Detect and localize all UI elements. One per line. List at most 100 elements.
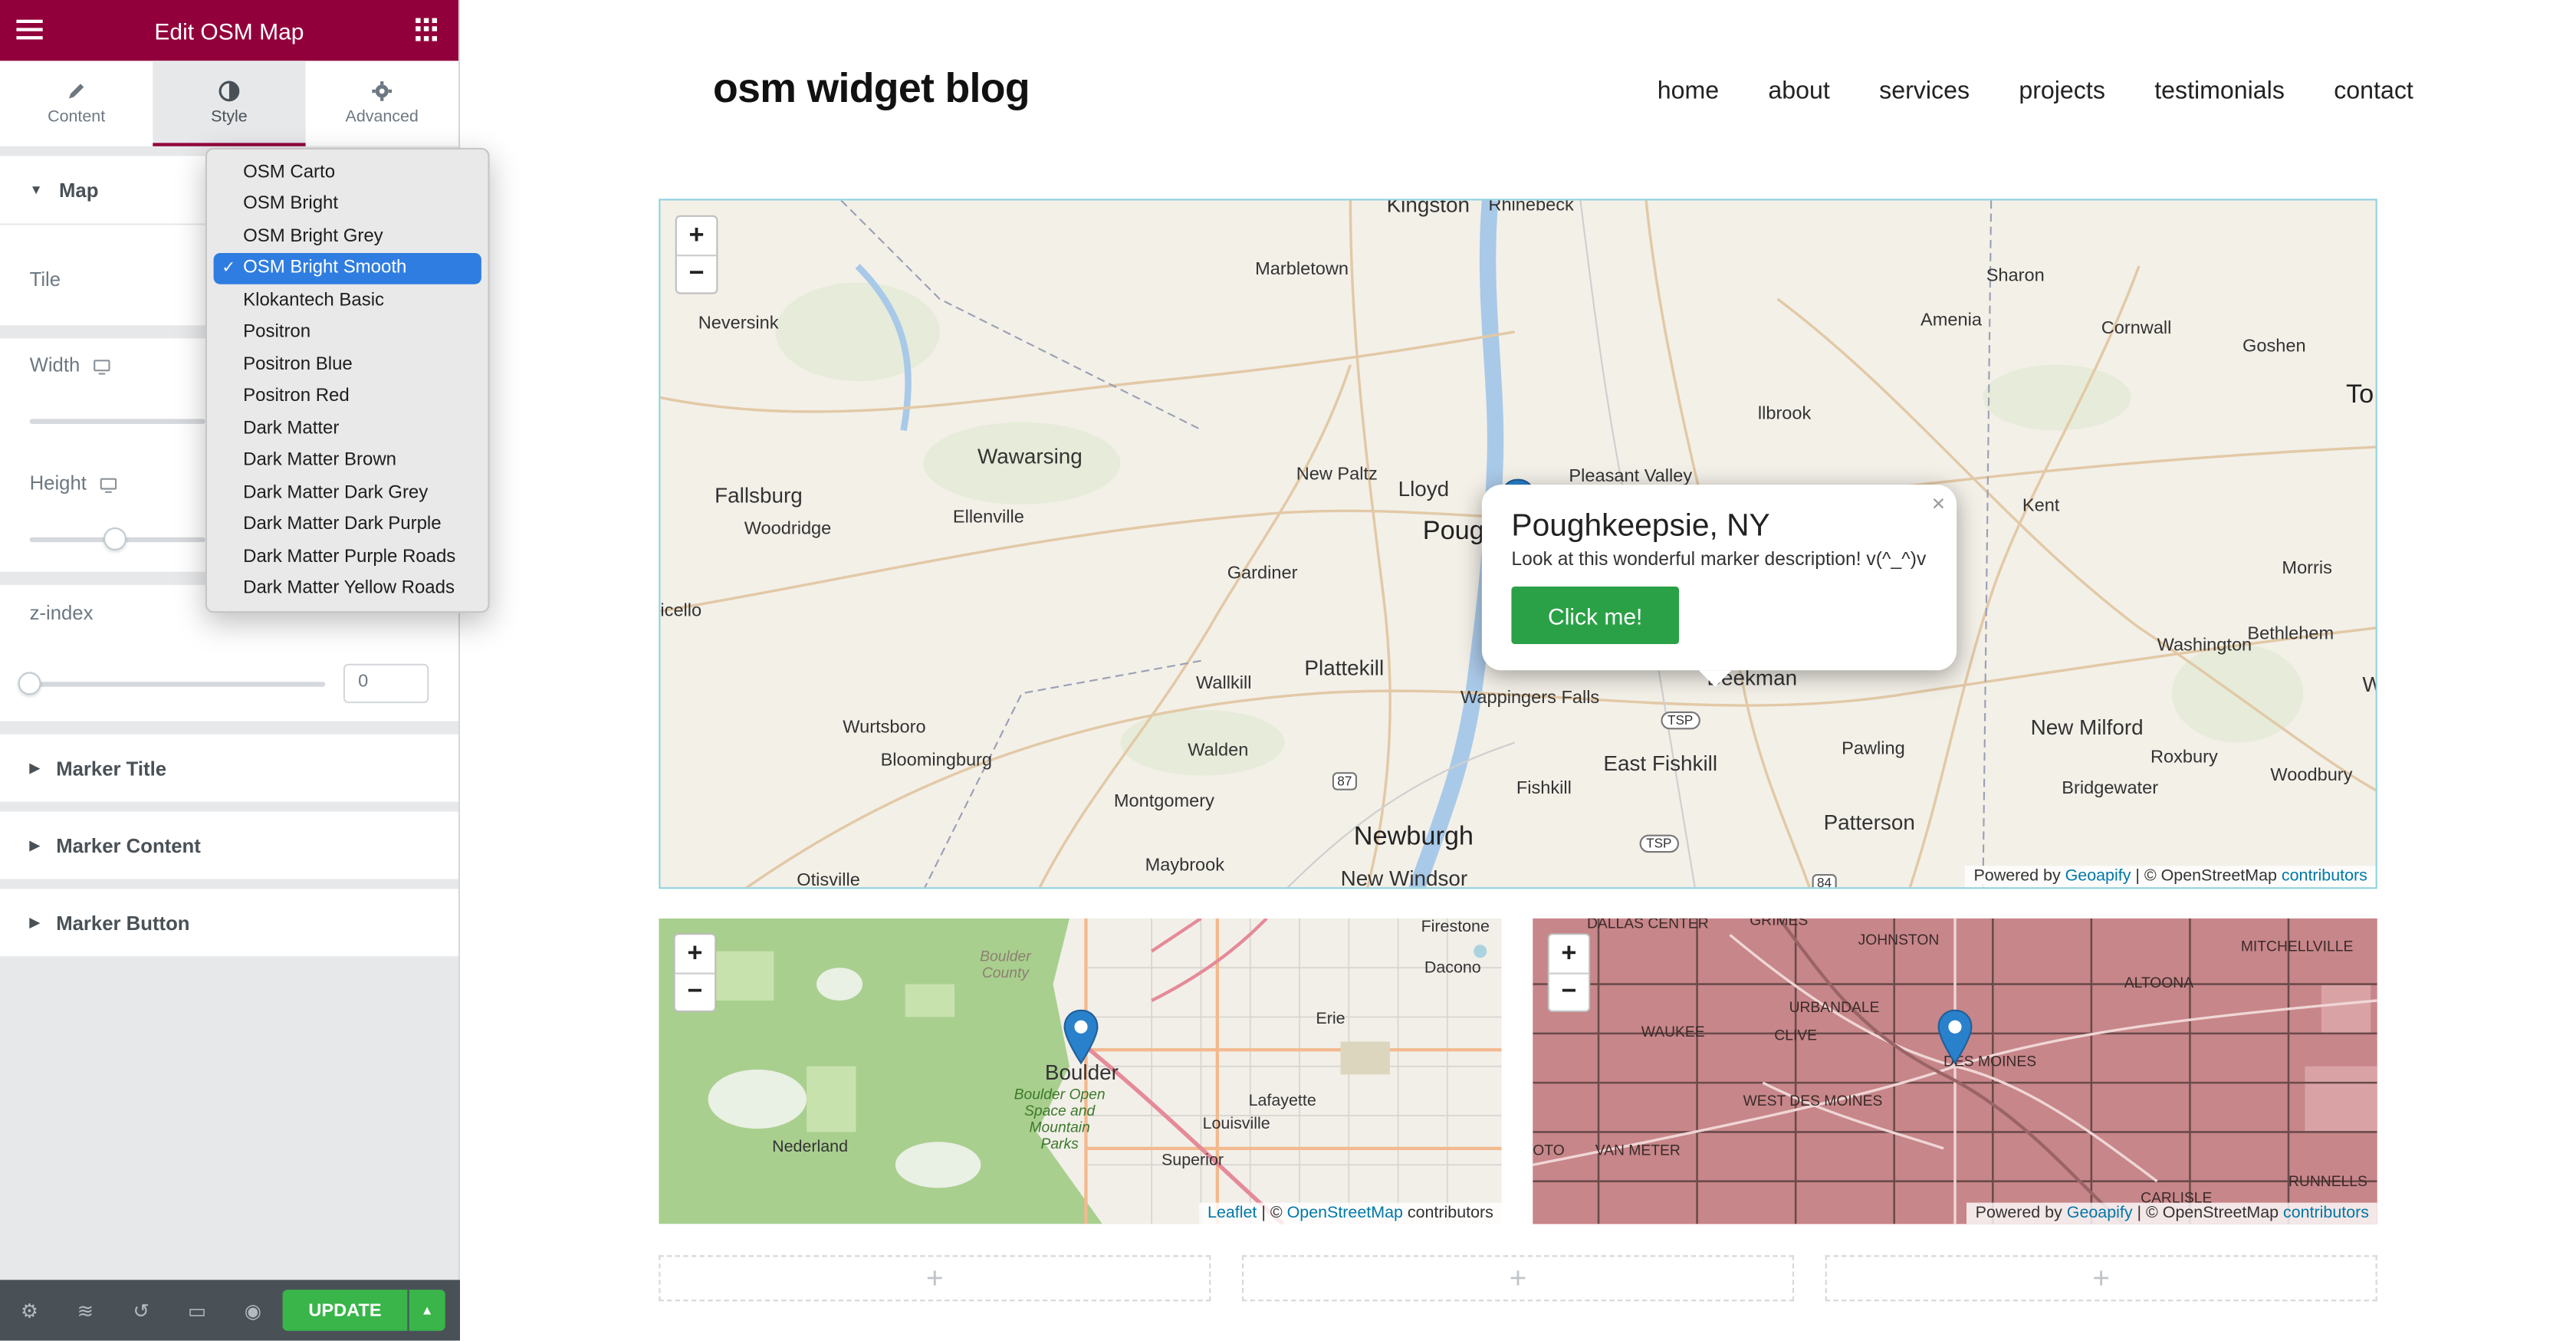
map-label: Sharon <box>1986 266 2045 286</box>
attribution-link[interactable]: Geoapify <box>2067 1205 2133 1223</box>
attribution-text: | © <box>1257 1204 1287 1223</box>
tile-option[interactable]: Dark Matter Dark Purple <box>214 508 481 541</box>
nav-contact[interactable]: contact <box>2334 77 2413 105</box>
map-marker-icon[interactable] <box>1937 1009 1973 1065</box>
tab-advanced-label: Advanced <box>345 108 419 127</box>
tile-option[interactable]: OSM Bright Grey <box>214 220 481 252</box>
map-label: Woodbury <box>2270 765 2353 786</box>
tile-option[interactable]: Dark Matter Dark Grey <box>214 476 481 508</box>
zoom-control: + − <box>675 215 718 294</box>
tile-option[interactable]: Dark Matter Yellow Roads <box>214 573 481 605</box>
map-label: Woodridge <box>744 519 832 539</box>
nav-home[interactable]: home <box>1658 77 1719 105</box>
tile-option[interactable]: Dark Matter Brown <box>214 445 481 477</box>
height-slider-handle[interactable] <box>104 527 127 551</box>
zoom-out-icon[interactable]: − <box>676 255 717 292</box>
zoom-in-icon[interactable]: + <box>677 217 716 255</box>
zindex-slider-handle[interactable] <box>18 672 41 695</box>
hamburger-menu-icon[interactable] <box>16 16 43 42</box>
map-label: Fallsburg <box>715 483 803 508</box>
attribution-text: | © OpenStreetMap <box>2131 867 2282 886</box>
zindex-row: 0 <box>0 649 458 721</box>
section-marker-content-toggle[interactable]: ▶ Marker Content <box>0 811 458 881</box>
update-button[interactable]: UPDATE <box>282 1290 408 1331</box>
attribution-link[interactable]: contributors <box>2283 1205 2369 1223</box>
nav-services[interactable]: services <box>1879 77 1970 105</box>
zoom-out-icon[interactable]: − <box>675 972 715 1011</box>
map-label: Bloomingburg <box>880 751 993 771</box>
nav-about[interactable]: about <box>1768 77 1829 105</box>
section-marker-button: Marker Button <box>56 911 190 935</box>
attribution-link[interactable]: contributors <box>2282 867 2367 886</box>
zoom-in-icon[interactable]: + <box>1549 935 1589 972</box>
desmoines-osm-map[interactable]: DALLAS CENTER GRIMES JOHNSTON MITCHELLVI… <box>1533 918 2377 1224</box>
caret-right-icon: ▶ <box>29 837 40 853</box>
tab-content[interactable]: Content <box>0 61 153 146</box>
main-osm-map[interactable]: Kingston Rhinebeck Marbletown Sharon Ame… <box>659 199 2377 889</box>
tile-option[interactable]: Positron Blue <box>214 348 481 380</box>
section-marker-title-toggle[interactable]: ▶ Marker Title <box>0 734 458 804</box>
map-label: Amenia <box>1921 311 1982 330</box>
zindex-label: z-index <box>29 601 94 625</box>
tile-option[interactable]: Positron <box>214 317 481 349</box>
tab-style-label: Style <box>211 108 248 127</box>
map-label: WAUKEE <box>1641 1024 1705 1040</box>
tile-option[interactable]: OSM Carto <box>214 156 481 189</box>
history-icon[interactable]: ↺ <box>128 1299 154 1322</box>
map-marker-icon[interactable] <box>1063 1009 1099 1065</box>
map-label: Bethlehem <box>2247 624 2334 644</box>
attribution-text: contributors <box>1402 1204 1493 1223</box>
zoom-control: + − <box>1547 933 1591 1012</box>
attribution-link[interactable]: OpenStreetMap <box>1287 1205 1403 1223</box>
tile-option[interactable]: Dark Matter <box>214 412 481 445</box>
tab-advanced[interactable]: Advanced <box>306 61 458 146</box>
marker-popup: × Poughkeepsie, NY Look at this wonderfu… <box>1481 485 1957 687</box>
width-slider[interactable] <box>29 419 205 424</box>
desktop-icon[interactable] <box>93 359 110 374</box>
panel-footer: ⚙ ≋ ↺ ▭ ◉ UPDATE ▲ <box>0 1280 460 1341</box>
layers-icon[interactable]: ≋ <box>72 1299 98 1322</box>
tile-option[interactable]: Positron Red <box>214 380 481 412</box>
nav-testimonials[interactable]: testimonials <box>2154 77 2285 105</box>
nav-projects[interactable]: projects <box>2019 77 2105 105</box>
attribution-text: | © OpenStreetMap <box>2132 1204 2284 1223</box>
desktop-icon[interactable] <box>100 477 117 492</box>
checkmark-icon: ✓ <box>222 259 236 278</box>
section-marker-button-toggle[interactable]: ▶ Marker Button <box>0 889 458 958</box>
height-control: Height <box>0 472 146 495</box>
popup-close-icon[interactable]: × <box>1932 490 1946 516</box>
widgets-grid-icon[interactable] <box>416 18 439 41</box>
zindex-slider[interactable] <box>29 682 326 687</box>
zoom-out-icon[interactable]: − <box>1549 972 1589 1011</box>
map-attribution: Leaflet | © OpenStreetMap contributors <box>1199 1202 1502 1224</box>
zindex-input[interactable]: 0 <box>343 663 429 704</box>
attribution-text: Powered by <box>1973 867 2065 886</box>
update-options-caret-icon[interactable]: ▲ <box>409 1290 445 1331</box>
site-title[interactable]: osm widget blog <box>713 66 1030 113</box>
map-label: Lafayette <box>1248 1093 1316 1111</box>
tile-option[interactable]: Dark Matter Purple Roads <box>214 541 481 573</box>
map-label: New Milford <box>2030 715 2144 740</box>
tile-option[interactable]: Klokantech Basic <box>214 284 481 317</box>
zoom-in-icon[interactable]: + <box>675 935 715 972</box>
empty-column-add-button[interactable]: + <box>1242 1255 1794 1302</box>
empty-column-add-button[interactable]: + <box>659 1255 1211 1302</box>
preview-eye-icon[interactable]: ◉ <box>240 1299 266 1322</box>
responsive-monitor-icon[interactable]: ▭ <box>184 1299 210 1322</box>
height-label: Height <box>29 472 87 495</box>
tab-style[interactable]: Style <box>153 61 306 146</box>
tile-option[interactable]: OSM Bright <box>214 188 481 220</box>
map-label: Superior <box>1162 1152 1224 1170</box>
empty-column-add-button[interactable]: + <box>1825 1255 2377 1302</box>
boulder-osm-map[interactable]: Firestone Dacono Boulder County Erie Bou… <box>659 918 1502 1224</box>
popup-cta-button[interactable]: Click me! <box>1511 587 1679 644</box>
tile-select-dropdown[interactable]: OSM Carto OSM Bright OSM Bright Grey ✓ OS… <box>205 147 490 613</box>
attribution-link[interactable]: Leaflet <box>1208 1205 1257 1223</box>
tile-option-selected[interactable]: ✓ OSM Bright Smooth <box>213 251 481 284</box>
map-label: JOHNSTON <box>1858 932 1940 948</box>
map-label: GRIMES <box>1750 918 1809 929</box>
attribution-link[interactable]: Geoapify <box>2065 867 2131 886</box>
popup-description: Look at this wonderful marker descriptio… <box>1511 550 1927 570</box>
settings-gear-icon[interactable]: ⚙ <box>16 1299 42 1322</box>
width-label: Width <box>29 353 80 376</box>
